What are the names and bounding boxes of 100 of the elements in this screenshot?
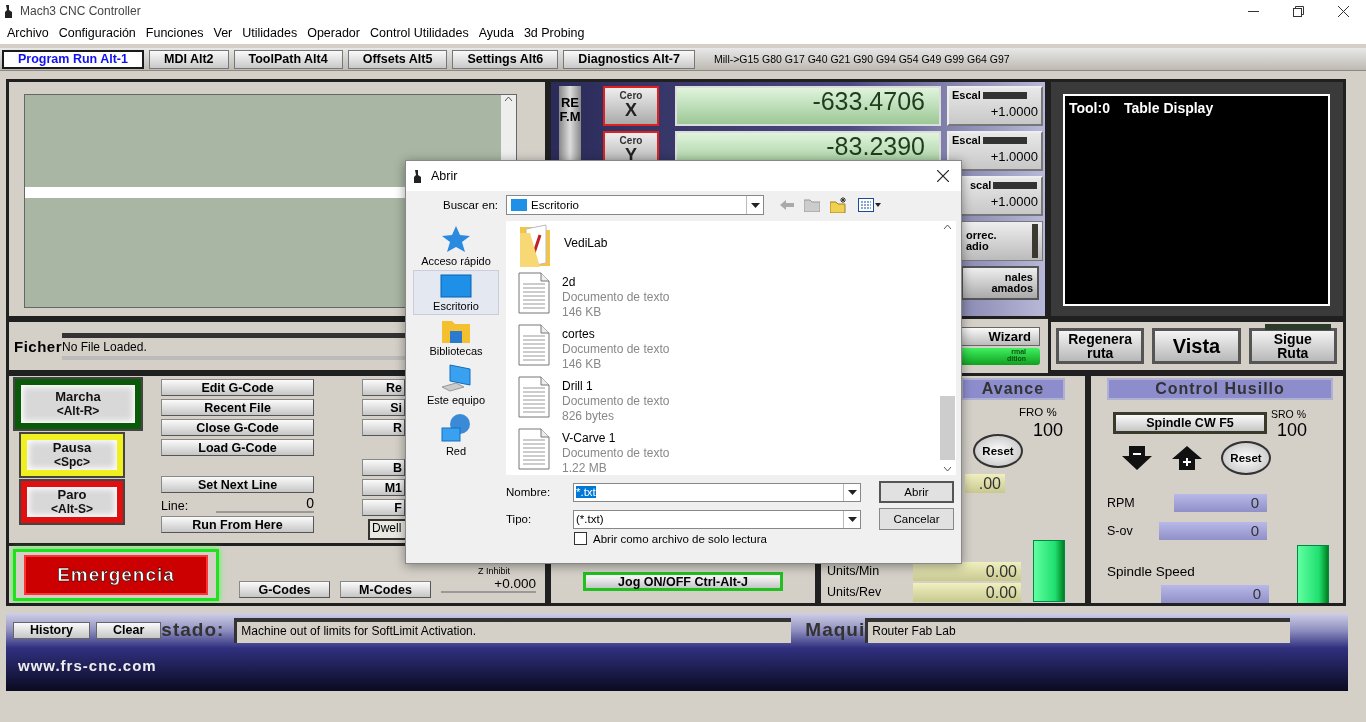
- tab[interactable]: Settings Alt6: [452, 49, 559, 69]
- modal-state-text: Mill->G15 G80 G17 G40 G21 G90 G94 G54 G49 G99 G64 G97: [713, 53, 1010, 65]
- spindle-value-field: 0: [1159, 522, 1267, 540]
- menu-item[interactable]: Utilidades: [242, 26, 298, 40]
- toolpath-button[interactable]: Vista: [1152, 328, 1241, 364]
- profile-label: Maqui: [805, 619, 866, 641]
- up-arrow-icon[interactable]: [1171, 444, 1203, 472]
- status-label: stado:: [161, 619, 225, 641]
- scroll-up-icon[interactable]: [943, 224, 952, 230]
- codes-button[interactable]: M-Codes: [340, 581, 431, 598]
- program-button[interactable]: F: [362, 499, 405, 516]
- dropdown-arrow-icon[interactable]: [847, 516, 857, 522]
- menu-item[interactable]: Control Utilidades: [370, 26, 469, 40]
- file-item[interactable]: 2d Documento de texto 146 KB: [518, 272, 939, 319]
- offsets-button[interactable]: nales amados: [961, 266, 1039, 300]
- dropdown-arrow-icon[interactable]: [847, 489, 857, 495]
- file-name-input[interactable]: *.txt: [573, 482, 861, 502]
- sro-label: SRO %: [1271, 408, 1307, 420]
- menu-item[interactable]: Configuración: [58, 26, 136, 40]
- feed-unit-label: Units/Rev: [827, 585, 883, 599]
- readonly-label: Abrir como archivo de solo lectura: [593, 532, 767, 545]
- cycle-start-button[interactable]: Marcha <Alt-R>: [15, 379, 141, 429]
- dwell-field[interactable]: Dwell: [368, 519, 405, 540]
- view-menu-icon[interactable]: [858, 198, 882, 212]
- spindle-label: RPM: [1107, 496, 1136, 510]
- display-title: Table Display: [1123, 100, 1214, 116]
- scroll-up-icon[interactable]: [504, 95, 513, 103]
- close-icon[interactable]: [1338, 5, 1349, 17]
- program-button[interactable]: Re: [362, 379, 405, 396]
- history-button[interactable]: History: [13, 621, 91, 639]
- tab[interactable]: Diagnostics Alt-7: [563, 49, 695, 69]
- restore-icon[interactable]: [1293, 5, 1304, 17]
- menu-item[interactable]: Ayuda: [478, 26, 514, 40]
- tab[interactable]: Offsets Alt5: [347, 49, 448, 69]
- z-inhibit-field[interactable]: +0.000: [441, 576, 536, 593]
- cancel-button[interactable]: Cancelar: [879, 508, 954, 530]
- sidebar-place[interactable]: Este equipo: [413, 360, 499, 409]
- file-item[interactable]: Drill 1 Documento de texto 826 bytes: [518, 376, 939, 423]
- status-message-field: Machine out of limits for SoftLimit Activation.: [234, 617, 792, 643]
- toolpath-button[interactable]: Sigue Ruta: [1248, 328, 1337, 364]
- menu-item[interactable]: Funciones: [145, 26, 204, 40]
- program-button[interactable]: Close G-Code: [161, 419, 314, 436]
- close-icon[interactable]: [937, 170, 949, 182]
- scale-field: Escal +1.0000: [947, 86, 1043, 126]
- fro-value: 100: [1033, 420, 1064, 441]
- file-item[interactable]: VediLab: [518, 223, 939, 267]
- menu-item[interactable]: Archivo: [7, 26, 49, 40]
- spindle-toggle-button[interactable]: Spindle CW F5: [1113, 412, 1267, 434]
- sidebar-place[interactable]: Acceso rápido: [413, 221, 499, 270]
- run-from-here-button[interactable]: Run From Here: [161, 516, 314, 533]
- zero-axis-button[interactable]: Cero X: [603, 86, 659, 126]
- jog-toggle-button[interactable]: Jog ON/OFF Ctrl-Alt-J: [583, 572, 783, 591]
- tab[interactable]: Program Run Alt-1: [2, 49, 144, 69]
- stop-button[interactable]: Paro <Alt-S>: [21, 481, 123, 523]
- clear-button[interactable]: Clear: [96, 621, 162, 639]
- document-icon: [518, 376, 550, 418]
- pause-button[interactable]: Pausa <Spc>: [21, 434, 123, 476]
- tab[interactable]: MDI Alt2: [148, 49, 229, 69]
- program-button[interactable]: Si: [362, 399, 405, 416]
- tab[interactable]: ToolPath Alt4: [233, 49, 343, 69]
- menu-item[interactable]: 3d Probing: [523, 26, 585, 40]
- reset-button[interactable]: Reset: [973, 434, 1023, 468]
- computer-icon: [440, 363, 472, 393]
- set-next-line-button[interactable]: Set Next Line: [161, 476, 314, 493]
- toolpath-button[interactable]: Regenera ruta: [1056, 328, 1145, 364]
- program-button[interactable]: M1: [362, 479, 405, 496]
- file-type-dropdown[interactable]: (*.txt): [573, 509, 861, 529]
- line-field[interactable]: 0: [216, 495, 314, 513]
- axis-readout: -633.4706: [675, 86, 941, 126]
- dropdown-arrow-icon[interactable]: [750, 202, 760, 208]
- profile-field: Router Fab Lab: [865, 617, 1291, 643]
- program-button[interactable]: R: [362, 419, 405, 436]
- down-arrow-icon[interactable]: [1121, 444, 1153, 472]
- reset-button[interactable]: Reset: [1221, 441, 1271, 475]
- program-button[interactable]: Load G-Code: [161, 439, 314, 456]
- new-folder-icon[interactable]: [830, 197, 848, 213]
- window-title: Mach3 CNC Controller: [20, 4, 141, 18]
- codes-button[interactable]: G-Codes: [239, 581, 330, 598]
- menu-item[interactable]: Operador: [307, 26, 360, 40]
- program-button[interactable]: B: [362, 459, 405, 476]
- menu-item[interactable]: Ver: [213, 26, 233, 40]
- file-item[interactable]: V-Carve 1 Documento de texto 1.22 MB: [518, 428, 939, 475]
- app-logo-icon: [413, 168, 423, 184]
- sro-value: 100: [1277, 420, 1308, 441]
- checkbox[interactable]: [574, 532, 587, 545]
- open-button[interactable]: Abrir: [879, 481, 954, 503]
- spindle-speed-label: Spindle Speed: [1107, 564, 1196, 579]
- program-button[interactable]: Edit G-Code: [161, 379, 314, 396]
- sidebar-place[interactable]: Red: [413, 409, 499, 460]
- feed-value-field: 0.00: [913, 561, 1021, 581]
- file-name-label: Nombre:: [505, 486, 552, 498]
- folder-icon: [441, 318, 471, 344]
- sidebar-place[interactable]: Escritorio: [413, 270, 499, 315]
- panel-title: Avance: [961, 378, 1065, 400]
- file-type-label: Tipo:: [505, 513, 533, 525]
- scroll-down-icon[interactable]: [943, 466, 952, 472]
- scroll-thumb[interactable]: [940, 396, 955, 460]
- look-in-dropdown[interactable]: Escritorio: [506, 195, 764, 215]
- program-button[interactable]: Recent File: [161, 399, 314, 416]
- emergency-button[interactable]: Emergencia: [13, 548, 219, 601]
